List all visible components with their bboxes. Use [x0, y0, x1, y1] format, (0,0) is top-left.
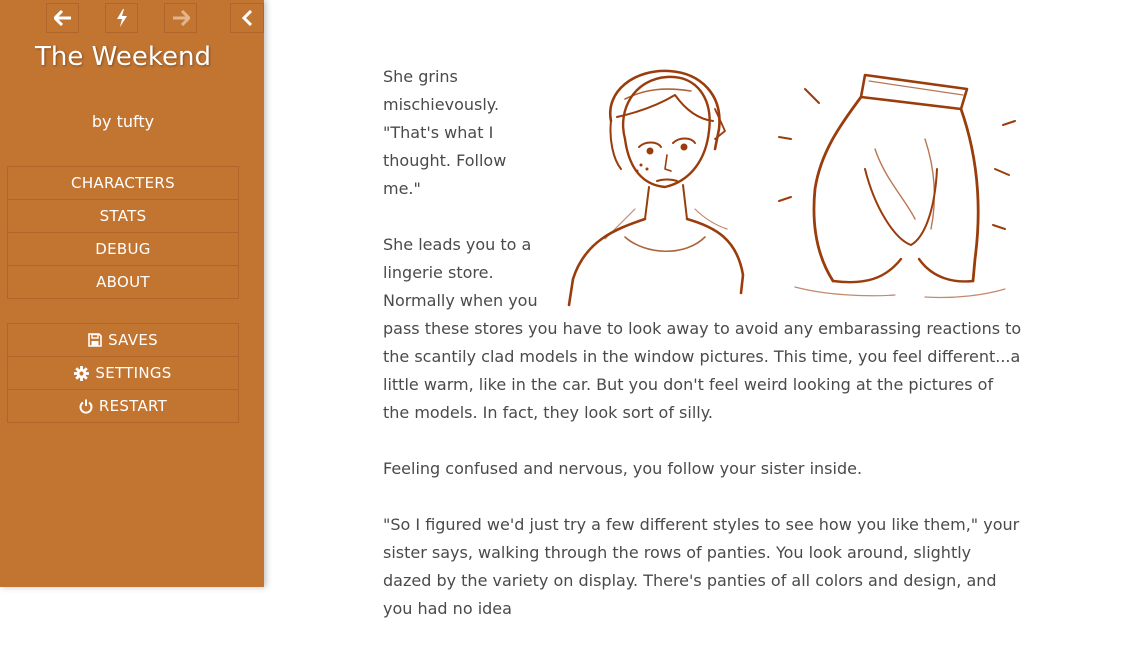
menu-item-label: CHARACTERS	[71, 174, 175, 192]
menu-item-label: RESTART	[98, 397, 168, 415]
menu-item-characters[interactable]: CHARACTERS	[7, 166, 239, 200]
menu-item-settings[interactable]: SETTINGS	[7, 356, 239, 390]
history-jump-button[interactable]	[105, 3, 138, 33]
chevron-left-icon	[241, 10, 253, 26]
passage: She grins mischievously. "That's what I …	[383, 63, 1023, 651]
arrow-left-icon	[53, 10, 71, 26]
history-forward-button[interactable]	[164, 3, 197, 33]
story-menu: CHARACTERS STATS DEBUG ABOUT	[7, 166, 239, 299]
floppy-disk-icon	[88, 333, 102, 347]
menu-item-restart[interactable]: RESTART	[7, 389, 239, 423]
arrow-right-icon	[172, 10, 190, 26]
menu-item-label: ABOUT	[96, 273, 150, 291]
menu-item-about[interactable]: ABOUT	[7, 265, 239, 299]
menu-item-label: STATS	[99, 207, 147, 225]
story-byline: by tufty	[91, 112, 155, 131]
sidebar-stow-button[interactable]	[230, 3, 264, 33]
sketch-illustration	[567, 69, 1016, 307]
passage-paragraph: Feeling confused and nervous, you follow…	[383, 459, 863, 478]
menu-item-label: DEBUG	[95, 240, 151, 258]
menu-item-label: SAVES	[108, 331, 158, 349]
story-title: The Weekend	[35, 42, 211, 72]
menu-item-stats[interactable]: STATS	[7, 199, 239, 233]
history-back-button[interactable]	[46, 3, 79, 33]
ui-sidebar: The Weekend by tufty CHARACTERS STATS DE…	[0, 0, 264, 587]
gear-icon	[74, 365, 90, 381]
lightning-icon	[116, 9, 127, 27]
power-icon	[79, 399, 93, 414]
core-menu: SAVES SETTINGS RESTART	[7, 323, 239, 423]
passage-paragraph: "So I figured we'd just try a few differ…	[383, 515, 1020, 618]
menu-item-label: SETTINGS	[95, 364, 172, 382]
menu-item-saves[interactable]: SAVES	[7, 323, 239, 357]
character-sketch-image	[565, 69, 1035, 313]
menu-item-debug[interactable]: DEBUG	[7, 232, 239, 266]
